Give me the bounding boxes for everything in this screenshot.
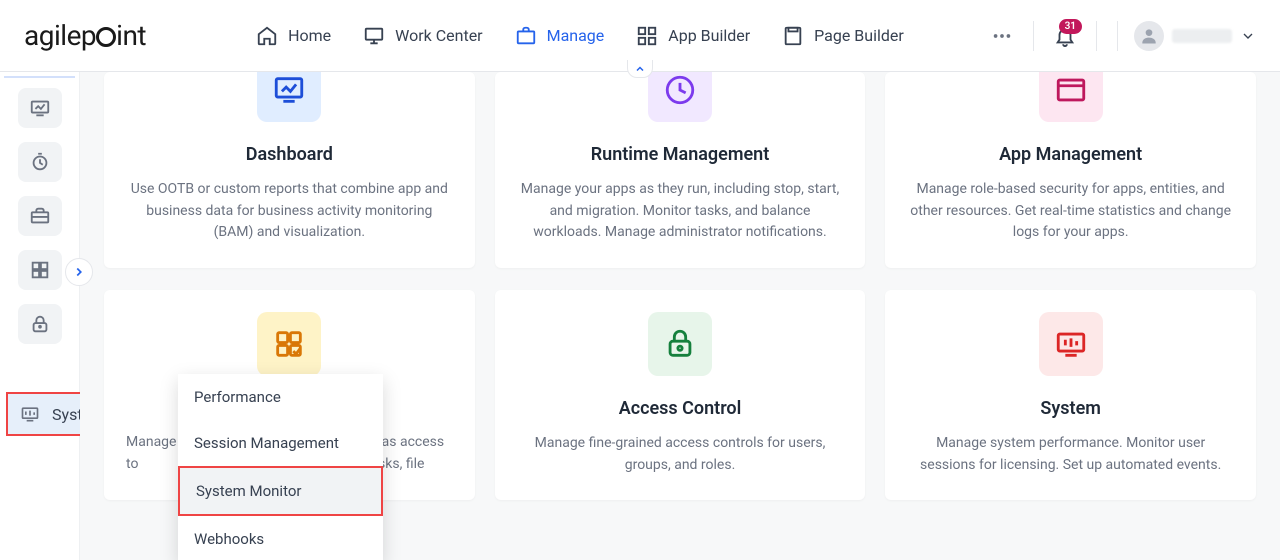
nav-manage[interactable]: Manage [515,25,605,47]
system-sliders-icon [20,404,40,424]
avatar-icon [1134,21,1164,51]
logo-text-pre: agilep [24,19,96,52]
card-runtime-management[interactable]: Runtime Management Manage your apps as t… [495,72,866,268]
user-menu[interactable] [1117,21,1256,51]
system-submenu-popup: Performance Session Management System Mo… [178,374,383,560]
logo-dot-icon [96,27,116,47]
card-desc: Manage your apps as they run, including … [517,179,844,244]
nav-page-builder[interactable]: Page Builder [782,25,904,47]
card-title: Access Control [517,398,844,419]
nav-label: App Builder [668,26,750,45]
card-desc: Use OOTB or custom reports that combine … [126,179,453,244]
card-dashboard[interactable]: Dashboard Use OOTB or custom reports tha… [104,72,475,268]
integrations-grid-icon [257,312,321,376]
card-desc: Manage system performance. Monitor user … [907,433,1234,476]
sidebar-runtime-icon[interactable] [18,142,62,182]
sidebar: System [0,72,80,560]
collapse-header-button[interactable] [627,60,653,78]
nav-label: Manage [547,26,605,45]
main-area: System Dashboard Use OOTB or custom repo… [0,72,1280,560]
sidebar-lock-icon[interactable] [18,304,62,344]
popup-item-session-management[interactable]: Session Management [178,420,383,466]
divider [1096,21,1097,51]
sidebar-accent [4,76,75,78]
page-icon [782,25,804,47]
card-title: App Management [907,144,1234,165]
header-right: 31 [991,21,1256,51]
sidebar-apps-icon[interactable] [18,250,62,290]
briefcase-icon [515,25,537,47]
sidebar-toolbox-icon[interactable] [18,196,62,236]
system-settings-icon [1039,312,1103,376]
logo-text-post: int [116,19,146,52]
grid-icon [636,25,658,47]
more-icon[interactable] [991,25,1013,47]
nav-label: Page Builder [814,26,904,45]
divider [1033,21,1034,51]
card-desc: Manage role-based security for apps, ent… [907,179,1234,244]
nav-list: Home Work Center Manage App Builder Page… [256,25,904,47]
content-area: Dashboard Use OOTB or custom reports tha… [80,72,1280,560]
card-grid-row1: Dashboard Use OOTB or custom reports tha… [104,72,1256,268]
popup-item-system-monitor[interactable]: System Monitor [178,466,383,516]
sidebar-expand-button[interactable] [65,258,93,286]
user-name-redacted [1172,29,1232,43]
card-access-control[interactable]: Access Control Manage fine-grained acces… [495,290,866,500]
sidebar-dashboard-icon[interactable] [18,88,62,128]
dashboard-chart-icon [257,72,321,122]
home-icon [256,25,278,47]
card-title: System [907,398,1234,419]
card-title: Runtime Management [517,144,844,165]
card-desc: Manage fine-grained access controls for … [517,433,844,476]
nav-work-center[interactable]: Work Center [363,25,482,47]
card-app-management[interactable]: App Management Manage role-based securit… [885,72,1256,268]
runtime-clock-icon [648,72,712,122]
app-window-icon [1039,72,1103,122]
logo[interactable]: agilep int [24,19,146,52]
popup-item-performance[interactable]: Performance [178,374,383,420]
card-system[interactable]: System Manage system performance. Monito… [885,290,1256,500]
nav-home[interactable]: Home [256,25,331,47]
notifications-button[interactable]: 31 [1054,25,1076,47]
nav-label: Work Center [395,26,482,45]
card-title: Dashboard [126,144,453,165]
nav-label: Home [288,26,331,45]
notification-badge: 31 [1059,19,1082,34]
lock-shield-icon [648,312,712,376]
chevron-down-icon [1240,28,1256,44]
nav-app-builder[interactable]: App Builder [636,25,750,47]
monitor-icon [363,25,385,47]
popup-item-webhooks[interactable]: Webhooks [178,516,383,560]
